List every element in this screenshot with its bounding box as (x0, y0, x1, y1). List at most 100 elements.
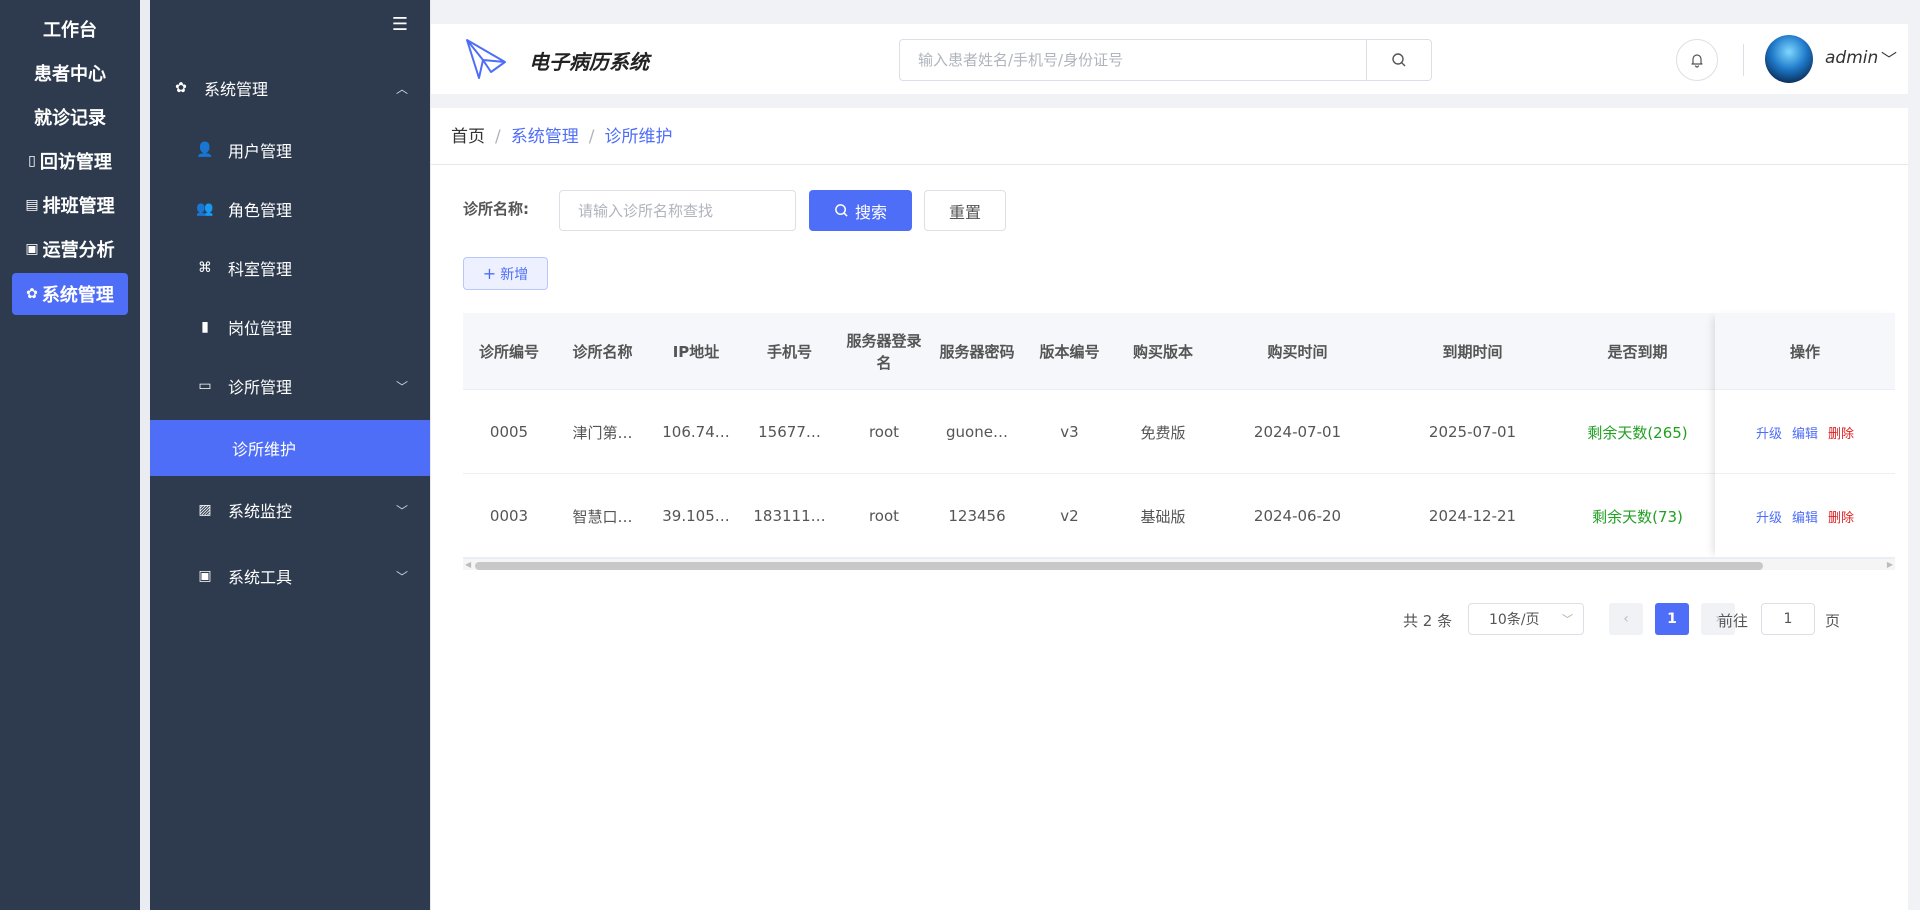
delete-link[interactable]: 删除 (1828, 423, 1854, 442)
scroll-right-icon[interactable]: ▶ (1887, 559, 1893, 571)
clinic-name-input[interactable] (559, 190, 796, 231)
secondary-sidebar: ☰ ✿ 系统管理 ︿ 👤 用户管理 👥 角色管理 ⌘ 科室管理 ▮ 岗位管理 ▭… (150, 0, 430, 910)
menu-post-management[interactable]: ▮ 岗位管理 (150, 299, 430, 355)
edit-link[interactable]: 编辑 (1792, 423, 1818, 442)
menu-user-management[interactable]: 👤 用户管理 (150, 122, 430, 178)
goto-page-input[interactable] (1761, 603, 1815, 635)
cell-password: 123456 (948, 507, 1006, 525)
cell-actions: 升级 编辑 删除 (1715, 390, 1895, 474)
cell-name: 智慧口… (572, 507, 633, 526)
page-size-select[interactable]: 10条/页 ﹀ (1468, 603, 1584, 635)
column-header: 服务器登录名 (846, 331, 922, 372)
menu-department-management[interactable]: ⌘ 科室管理 (150, 240, 430, 296)
cell-buy-date: 2024-07-01 (1253, 423, 1342, 441)
main-content: 电子病历系统 admin ﹀ 首页/系统管理/诊所维护 诊所名称: 搜索 重置 … (430, 0, 1909, 910)
chevron-down-icon: ﹀ (395, 503, 408, 518)
sidebar-gap (140, 0, 150, 910)
cell-plan: 免费版 (1140, 423, 1186, 442)
chevron-down-icon[interactable]: ﹀ (1881, 46, 1897, 70)
nav-patient-center[interactable]: 患者中心 (12, 52, 128, 94)
gear-icon: ✿ (175, 80, 187, 96)
edit-link[interactable]: 编辑 (1792, 507, 1818, 526)
username[interactable]: admin (1825, 48, 1878, 68)
monitor-icon: ▣ (25, 241, 39, 257)
nav-followup[interactable]: ▯ 回访管理 (12, 140, 128, 182)
reset-button[interactable]: 重置 (924, 190, 1006, 231)
column-header: 到期时间 (1442, 342, 1503, 361)
search-icon (1392, 53, 1406, 67)
delete-link[interactable]: 删除 (1828, 507, 1854, 526)
notification-button[interactable] (1676, 39, 1718, 81)
breadcrumb-home[interactable]: 首页 (451, 127, 485, 147)
calendar-icon: ▤ (25, 197, 39, 213)
nav-system[interactable]: ✿ 系统管理 (12, 273, 128, 315)
add-clinic-button[interactable]: + 新增 (463, 257, 548, 290)
column-header: 版本编号 (1039, 342, 1100, 361)
submenu-system[interactable]: ✿ 系统管理 ︿ (150, 60, 430, 116)
monitor-icon: ▭ (198, 378, 212, 394)
cell-ip: 39.105… (662, 507, 730, 525)
cell-expire-date: 2024-12-21 (1428, 507, 1517, 525)
divider (431, 164, 1909, 165)
toolbox-icon: ▣ (198, 568, 212, 584)
cell-version: v3 (1060, 423, 1079, 441)
submenu-system-tools[interactable]: ▣ 系统工具 ﹀ (150, 548, 430, 604)
cell-status: 剩余天数(73) (1592, 507, 1683, 526)
cell-id: 0003 (489, 507, 529, 525)
search-button[interactable]: 搜索 (809, 190, 912, 231)
search-icon (835, 204, 848, 217)
clinic-name-label: 诊所名称: (463, 200, 529, 218)
cell-expire-date: 2025-07-01 (1428, 423, 1517, 441)
patient-search-input[interactable] (899, 39, 1367, 81)
gear-icon: ✿ (26, 286, 38, 302)
horizontal-scrollbar[interactable]: ◀ ▶ (463, 558, 1895, 570)
page-number[interactable]: 1 (1655, 603, 1689, 635)
menu-role-management[interactable]: 👥 角色管理 (150, 181, 430, 237)
nav-visit-records[interactable]: 就诊记录 (12, 96, 128, 138)
badge-icon: ▮ (201, 319, 209, 335)
header-divider (1743, 44, 1744, 76)
bell-icon (1691, 54, 1703, 68)
chevron-down-icon: ﹀ (1562, 613, 1573, 626)
upgrade-link[interactable]: 升级 (1756, 507, 1782, 526)
scroll-left-icon[interactable]: ◀ (465, 559, 471, 571)
users-icon: 👥 (196, 201, 214, 217)
cell-status: 剩余天数(265) (1587, 423, 1688, 442)
total-count: 共 2 条 (1403, 612, 1453, 630)
header-separator (431, 94, 1909, 108)
cell-buy-date: 2024-06-20 (1253, 507, 1342, 525)
cell-phone: 15677… (758, 423, 821, 441)
submenu-clinic-management[interactable]: ▭ 诊所管理 ﹀ (150, 358, 430, 414)
chart-monitor-icon: ▨ (198, 502, 212, 518)
cell-ip: 106.74… (662, 423, 730, 441)
breadcrumb-clinic-maintenance[interactable]: 诊所维护 (604, 127, 672, 147)
window-edge (1908, 0, 1920, 910)
cell-phone: 183111… (753, 507, 826, 525)
menu-clinic-maintenance[interactable]: 诊所维护 (150, 420, 430, 476)
nav-schedule[interactable]: ▤ 排班管理 (12, 184, 128, 226)
cell-name: 津门第… (572, 423, 633, 442)
avatar[interactable] (1765, 35, 1813, 83)
chevron-left-icon: ‹ (1623, 611, 1629, 627)
submenu-system-monitor[interactable]: ▨ 系统监控 ﹀ (150, 482, 430, 538)
chevron-down-icon: ﹀ (395, 569, 408, 584)
scrollbar-thumb[interactable] (475, 562, 1763, 570)
cell-actions: 升级 编辑 删除 (1715, 474, 1895, 558)
column-header: 购买时间 (1267, 342, 1328, 361)
goto-suffix: 页 (1825, 612, 1841, 630)
column-header: 是否到期 (1607, 342, 1668, 361)
cell-login: root (868, 423, 900, 441)
column-header: IP地址 (672, 342, 720, 361)
user-icon: 👤 (196, 142, 214, 158)
app-title: 电子病历系统 (529, 50, 649, 74)
breadcrumb-system[interactable]: 系统管理 (511, 127, 579, 147)
prev-page-button[interactable]: ‹ (1609, 603, 1643, 635)
column-header: 购买版本 (1132, 342, 1193, 361)
upgrade-link[interactable]: 升级 (1756, 423, 1782, 442)
nav-workbench[interactable]: 工作台 (12, 8, 128, 50)
table-header: 诊所编号 诊所名称 IP地址 手机号 服务器登录名 服务器密码 版本编号 购买版… (463, 313, 1895, 390)
cell-version: v2 (1060, 507, 1079, 525)
nav-analytics[interactable]: ▣ 运营分析 (12, 228, 128, 270)
collapse-menu-icon[interactable]: ☰ (390, 14, 410, 36)
header-search-button[interactable] (1366, 39, 1432, 81)
